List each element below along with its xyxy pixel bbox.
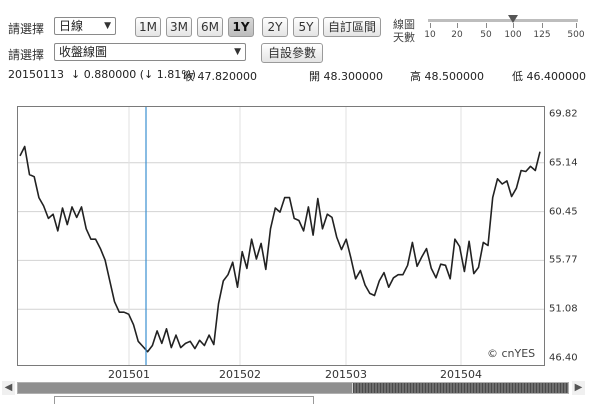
range-button-1m[interactable]: 1M [135,17,161,37]
slider-value-label: 20 [451,30,463,40]
range-button-2y[interactable]: 2Y [262,17,288,37]
slider-value-label: 100 [504,30,522,40]
chart-style-select[interactable]: 收盤線圖 ▼ [54,43,246,61]
x-tick-label: 201501 [108,368,150,381]
x-tick-label: 201503 [325,368,367,381]
slider-value-label: 10 [424,30,436,40]
custom-params-button[interactable]: 自設參數 [261,43,323,63]
slider-tick [486,23,487,28]
chevron-down-icon: ▼ [104,21,111,31]
y-tick-label: 55.77 [549,254,578,266]
slider-tick [513,23,514,28]
slider-tick [542,23,543,28]
slider-thumb[interactable] [508,15,518,23]
chart-style-select-value: 收盤線圖 [59,45,108,59]
slider-value-label: 125 [533,30,551,40]
ma-days-label: 線圖 天數 [393,18,423,44]
chart-toolbar: 請選擇 日線 ▼ 1M 3M 6M 1Y 2Y 5Y 自訂區間 線圖 天數 10… [0,0,600,115]
range-button-1y[interactable]: 1Y [228,17,254,37]
quote-low: 低 46.400000 [512,70,586,83]
quote-open: 開 48.300000 [309,70,383,83]
scroll-range-thumb[interactable] [18,383,352,393]
chart-credit: © cnYES [487,347,536,360]
y-tick-label: 69.82 [549,108,578,120]
quote-high: 高 48.500000 [410,70,484,83]
y-tick-label: 51.08 [549,303,578,315]
slider-tick [457,23,458,28]
range-button-3m[interactable]: 3M [166,17,192,37]
range-button-6m[interactable]: 6M [197,17,223,37]
slider-tick [430,23,431,28]
period-select-value: 日線 [59,19,84,33]
period-select-label: 請選擇 [8,22,45,36]
x-tick-label: 201502 [219,368,261,381]
ma-days-label-text: 線圖 天數 [393,18,415,44]
y-tick-label: 60.45 [549,206,578,218]
period-select[interactable]: 日線 ▼ [54,17,116,35]
scroll-left-icon[interactable]: ◀ [2,381,15,395]
chart-scrollbar[interactable]: ◀ ▶ [0,381,600,395]
scroll-right-icon[interactable]: ▶ [572,381,585,395]
quote-date: 20150113 [8,68,64,81]
style-select-label: 請選擇 [8,48,45,62]
x-tick-label: 201504 [440,368,482,381]
ma-days-slider[interactable] [428,19,578,22]
y-tick-label: 65.14 [549,157,578,169]
slider-value-label: 50 [480,30,492,40]
range-button-5y[interactable]: 5Y [293,17,319,37]
slider-tick [576,23,577,28]
chart-area[interactable] [17,106,545,366]
slider-value-label: 500 [567,30,585,40]
quote-close: 收 47.820000 [183,70,257,83]
chevron-down-icon: ▼ [234,47,241,57]
quote-change: ↓ 0.880000 (↓ 1.81%) [71,68,196,81]
scroll-range-grip[interactable] [353,383,568,393]
custom-range-button[interactable]: 自訂區間 [323,17,381,37]
lower-panel-edge [54,396,314,404]
y-tick-label: 46.40 [549,352,578,364]
